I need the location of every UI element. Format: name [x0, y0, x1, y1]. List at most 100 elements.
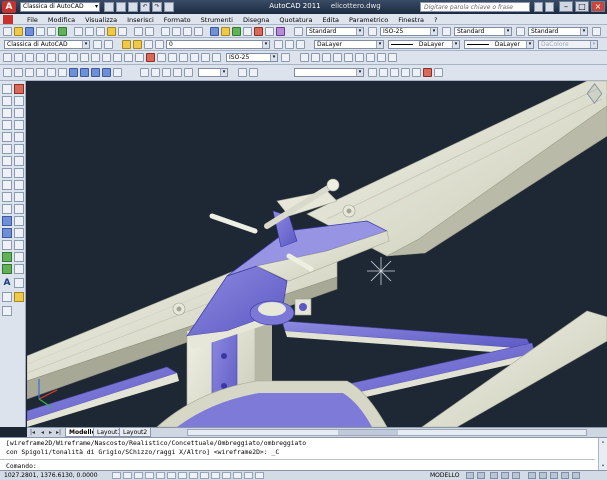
dim-style-select[interactable]: ISO-25 ▾	[380, 27, 438, 36]
view-left-icon[interactable]	[25, 68, 34, 77]
help-search-input[interactable]: Digitare parola chiave o frase	[420, 2, 530, 12]
conceptual-icon[interactable]	[412, 68, 421, 77]
dim-style-icon[interactable]	[368, 27, 377, 36]
fly-icon[interactable]	[184, 68, 193, 77]
layer-select[interactable]: 0 ▾	[166, 40, 270, 49]
jogged-linear-icon[interactable]	[179, 53, 188, 62]
layer-freeze-icon[interactable]	[144, 40, 153, 49]
erase-icon[interactable]	[14, 84, 24, 94]
help-icon[interactable]	[276, 27, 285, 36]
menu-strumenti[interactable]: Strumenti	[196, 16, 238, 24]
zoom-window-icon[interactable]	[183, 27, 192, 36]
maximize-icon[interactable]: □	[575, 1, 589, 12]
dynamic-ucs-icon[interactable]	[200, 472, 209, 479]
tolerance-icon[interactable]	[146, 53, 155, 62]
make-block-icon[interactable]	[2, 228, 12, 238]
menu-file[interactable]: File	[22, 16, 43, 24]
match-properties-icon[interactable]	[107, 27, 116, 36]
drawing-viewport[interactable]	[27, 81, 607, 427]
command-prompt[interactable]: Comando:	[6, 462, 37, 470]
tool-palettes-icon[interactable]	[232, 27, 241, 36]
circle-icon[interactable]	[2, 156, 12, 166]
table-style-select[interactable]: Standard ▾	[454, 27, 512, 36]
se-iso-icon[interactable]	[80, 68, 89, 77]
menu-quotatura[interactable]: Quotatura	[274, 16, 317, 24]
menu-parametrico[interactable]: Parametrico	[344, 16, 393, 24]
infer-constraints-icon[interactable]	[112, 472, 121, 479]
menu-modifica[interactable]: Modifica	[43, 16, 80, 24]
view-bottom-icon[interactable]	[14, 68, 23, 77]
undo-icon[interactable]: ↶	[140, 2, 150, 12]
quick-view-layouts-icon[interactable]	[466, 472, 474, 479]
dim-break-icon[interactable]	[135, 53, 144, 62]
text-style-select[interactable]: Standard ▾	[306, 27, 364, 36]
clean-screen-icon[interactable]	[572, 472, 580, 479]
scroll-down-icon[interactable]: ▾	[600, 463, 606, 469]
plot-style-select[interactable]: DaColore ▾	[538, 40, 598, 49]
selection-cycling-icon[interactable]	[255, 472, 264, 479]
menu-app-icon[interactable]	[3, 15, 13, 24]
block-editor-icon[interactable]	[118, 27, 127, 36]
shaded-icon[interactable]	[423, 68, 432, 77]
quick-properties-icon[interactable]	[244, 472, 253, 479]
polyline-icon[interactable]	[2, 108, 12, 118]
tab-next-icon[interactable]: ▸	[47, 429, 54, 436]
communication-center-icon[interactable]	[545, 2, 554, 12]
dim-space-icon[interactable]	[124, 53, 133, 62]
properties-icon[interactable]	[210, 27, 219, 36]
new-file-icon[interactable]	[104, 2, 114, 12]
wireframe-3d-icon[interactable]	[379, 68, 388, 77]
ucs-origin-icon[interactable]	[366, 53, 375, 62]
view-front-icon[interactable]	[47, 68, 56, 77]
view-back-icon[interactable]	[58, 68, 67, 77]
workspace-select[interactable]: Classica di AutoCAD ▾	[4, 40, 90, 49]
horizontal-scrollbar[interactable]	[187, 429, 587, 436]
workspace-save-icon[interactable]	[104, 40, 113, 49]
dim-text-edit-icon[interactable]	[201, 53, 210, 62]
cursor-coordinates[interactable]: 1027.2801, 1376.6130, 0.0000	[4, 472, 98, 479]
orbit-icon[interactable]	[140, 68, 149, 77]
multileader-style-icon[interactable]	[516, 27, 525, 36]
free-orbit-icon[interactable]	[151, 68, 160, 77]
inspection-icon[interactable]	[168, 53, 177, 62]
annotation-visibility-icon[interactable]	[501, 472, 509, 479]
dynamic-input-icon[interactable]	[211, 472, 220, 479]
copy-icon[interactable]	[85, 27, 94, 36]
toolbar-options-icon[interactable]	[592, 27, 601, 36]
ucs-view-icon[interactable]	[355, 53, 364, 62]
plot-preview-icon[interactable]	[47, 27, 56, 36]
stretch-icon[interactable]	[14, 180, 24, 190]
quickcalc-icon[interactable]	[265, 27, 274, 36]
hardware-acceleration-icon[interactable]	[561, 472, 569, 479]
ortho-mode-icon[interactable]	[145, 472, 154, 479]
region-icon[interactable]	[2, 292, 12, 302]
app-logo-icon[interactable]: A	[2, 1, 16, 13]
diameter-dim-icon[interactable]	[69, 53, 78, 62]
nw-iso-icon[interactable]	[102, 68, 111, 77]
table-icon[interactable]	[14, 292, 24, 302]
make-current-layer-icon[interactable]	[274, 40, 283, 49]
lineweight-select[interactable]: DaLayer ▾	[464, 40, 534, 49]
polygon-icon[interactable]	[2, 120, 12, 130]
redo-icon[interactable]	[145, 27, 154, 36]
ucs-face-icon[interactable]	[333, 53, 342, 62]
quick-view-drawings-icon[interactable]	[477, 472, 485, 479]
ucs-world-icon[interactable]	[311, 53, 320, 62]
realistic-icon[interactable]	[401, 68, 410, 77]
tab-prev-icon[interactable]: ◂	[39, 429, 46, 436]
lineweight-icon[interactable]	[222, 472, 231, 479]
plot-icon[interactable]	[164, 2, 174, 12]
ucs-3point-icon[interactable]	[388, 53, 397, 62]
ucs-icon[interactable]	[300, 53, 309, 62]
point-icon[interactable]	[2, 240, 12, 250]
save-icon[interactable]	[128, 2, 138, 12]
break-icon[interactable]	[14, 228, 24, 238]
named-view-select[interactable]: ▾	[198, 68, 228, 77]
undo-icon[interactable]	[134, 27, 143, 36]
array-icon[interactable]	[14, 132, 24, 142]
sw-iso-icon[interactable]	[69, 68, 78, 77]
jogged-dim-icon[interactable]	[58, 53, 67, 62]
multileader-style-select[interactable]: Standard ▾	[528, 27, 588, 36]
camera-icon[interactable]	[113, 68, 122, 77]
model-space-button[interactable]: MODELLO	[430, 472, 460, 479]
